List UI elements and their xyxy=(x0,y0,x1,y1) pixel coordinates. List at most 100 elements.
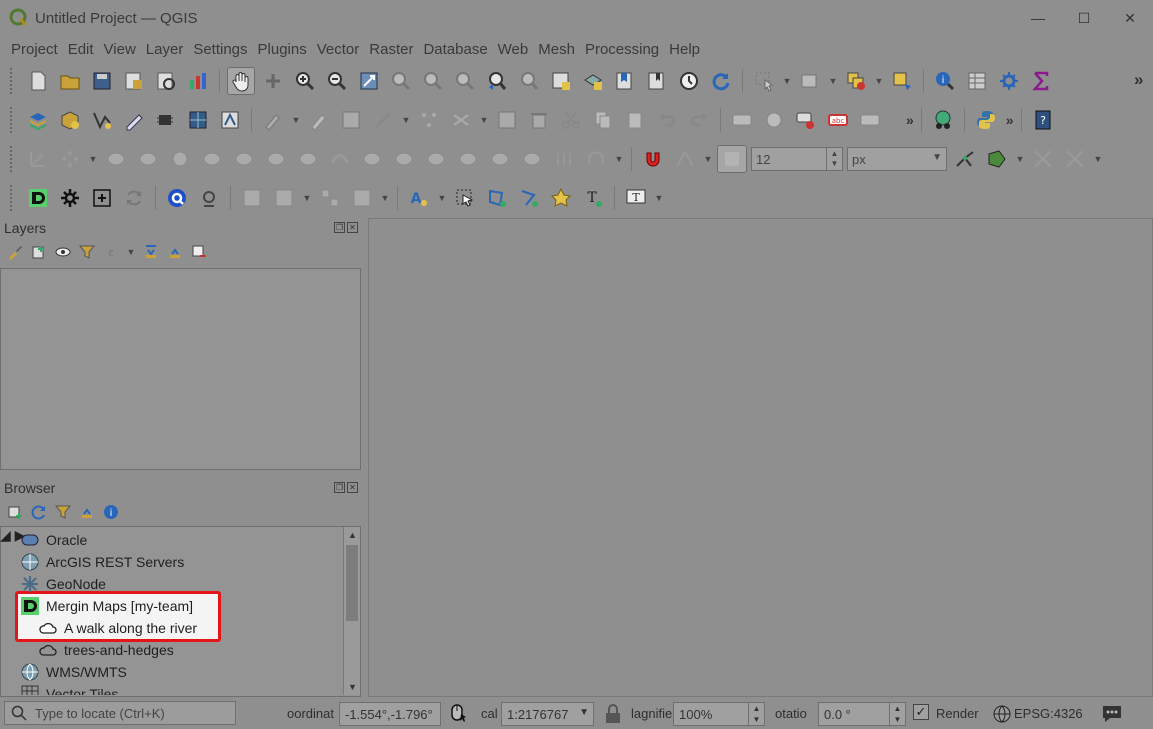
toggle-extents-button[interactable] xyxy=(447,702,469,724)
self-snapping-button[interactable] xyxy=(1061,145,1089,173)
refresh-button[interactable] xyxy=(707,67,735,95)
spin-arrows-icon[interactable]: ▲ ▼ xyxy=(748,703,764,725)
chevron-down-icon[interactable]: ▼ xyxy=(782,76,792,86)
browser-item-wms-wmts[interactable]: WMS/WMTS xyxy=(20,661,127,683)
browser-scrollbar[interactable]: ▲ ▼ xyxy=(343,527,360,695)
pan-to-selection-button[interactable] xyxy=(259,67,287,95)
filter-browser-button[interactable] xyxy=(54,503,72,521)
add-group-button[interactable] xyxy=(30,243,48,261)
delete-ring-button[interactable] xyxy=(198,145,226,173)
toolbar-overflow-icon[interactable]: » xyxy=(1006,112,1014,128)
chevron-down-icon[interactable]: ▼ xyxy=(479,115,489,125)
spatial-bookmark-button[interactable] xyxy=(611,67,639,95)
crs-globe-icon[interactable] xyxy=(992,704,1012,724)
style-layer-button[interactable] xyxy=(6,243,24,261)
select-annotation-button[interactable] xyxy=(451,184,479,212)
new-temp-layer-button[interactable] xyxy=(120,106,148,134)
rotation-spinbox[interactable]: 0.0 ° ▲ ▼ xyxy=(818,702,906,726)
scroll-down-icon[interactable]: ▼ xyxy=(344,679,361,695)
chevron-down-icon[interactable]: ▼ xyxy=(828,76,838,86)
snap-vertex-button[interactable] xyxy=(671,145,699,173)
minimize-button[interactable]: — xyxy=(1015,0,1061,36)
toolbar-grip[interactable] xyxy=(10,107,16,133)
toolbar-grip[interactable] xyxy=(10,68,16,94)
new-map-view-button[interactable] xyxy=(547,67,575,95)
chevron-down-icon[interactable]: ▼ xyxy=(291,115,301,125)
browser-item-oracle[interactable]: Oracle xyxy=(20,529,87,551)
open-project-button[interactable] xyxy=(56,67,84,95)
new-mesh-layer-button[interactable] xyxy=(216,106,244,134)
reverse-line-button[interactable] xyxy=(326,145,354,173)
current-edits-button[interactable] xyxy=(259,106,287,134)
help-contents-button[interactable]: ? xyxy=(1029,106,1057,134)
rotate-feature-button[interactable] xyxy=(582,145,610,173)
layout-manager-button[interactable] xyxy=(152,67,180,95)
toolbar-overflow-icon[interactable]: » xyxy=(906,112,914,128)
menu-web[interactable]: Web xyxy=(493,38,534,62)
toolbar-overflow-icon[interactable]: » xyxy=(1134,70,1143,90)
collapse-all-button[interactable] xyxy=(166,243,184,261)
browser-item-trees-and-hedges[interactable]: trees-and-hedges xyxy=(38,639,174,661)
grid-tool-button[interactable] xyxy=(316,184,344,212)
cut-features-button[interactable] xyxy=(557,106,585,134)
menu-project[interactable]: Project xyxy=(6,38,63,62)
python-console-button[interactable] xyxy=(972,106,1000,134)
float-panel-icon[interactable]: ❐ xyxy=(334,222,345,233)
zoom-out-button[interactable] xyxy=(323,67,351,95)
collapse-browser-button[interactable] xyxy=(78,503,96,521)
delete-part-button[interactable] xyxy=(230,145,258,173)
highlight-labels-button[interactable]: abc xyxy=(824,106,852,134)
move-label-button[interactable] xyxy=(856,106,884,134)
browser-item-arcgis[interactable]: ArcGIS REST Servers xyxy=(20,551,184,573)
menu-layer[interactable]: Layer xyxy=(141,38,189,62)
snap-tolerance-spinbox[interactable]: 12 ▲ ▼ xyxy=(751,147,843,171)
mergin-create-project-button[interactable] xyxy=(88,184,116,212)
text-annotation-button[interactable]: T xyxy=(579,184,607,212)
zoom-next-button[interactable] xyxy=(515,67,543,95)
paste-features-button[interactable] xyxy=(621,106,649,134)
filter-legend-button[interactable] xyxy=(78,243,96,261)
chevron-down-icon[interactable]: ▼ xyxy=(1093,154,1103,164)
pin-labels-button[interactable] xyxy=(792,106,820,134)
scroll-thumb[interactable] xyxy=(346,545,358,621)
undo-button[interactable] xyxy=(653,106,681,134)
copy-features-button[interactable] xyxy=(589,106,617,134)
magnifier-spinbox[interactable]: 100% ▲ ▼ xyxy=(673,702,765,726)
menu-processing[interactable]: Processing xyxy=(580,38,664,62)
menu-plugins[interactable]: Plugins xyxy=(253,38,312,62)
offset-point-symbol-button[interactable] xyxy=(550,145,578,173)
remove-layer-button[interactable] xyxy=(190,243,208,261)
snap-intersection-button[interactable] xyxy=(1029,145,1057,173)
spin-arrows-icon[interactable]: ▲ ▼ xyxy=(826,148,842,170)
chevron-down-icon[interactable]: ▼ xyxy=(1015,154,1025,164)
layer-labeling-button[interactable] xyxy=(728,106,756,134)
expand-all-button[interactable] xyxy=(142,243,160,261)
processing-toolbox-button[interactable] xyxy=(995,67,1023,95)
spin-arrows-icon[interactable]: ▲ ▼ xyxy=(889,703,905,725)
select-features-button[interactable] xyxy=(750,67,778,95)
modify-attributes-button[interactable] xyxy=(493,106,521,134)
qfield-sync-button[interactable] xyxy=(163,184,191,212)
close-panel-icon[interactable]: ✕ xyxy=(347,222,358,233)
select-by-value-button[interactable] xyxy=(796,67,824,95)
snap-type-button[interactable] xyxy=(717,145,747,173)
data-source-manager-button[interactable] xyxy=(24,106,52,134)
chevron-down-icon[interactable]: ▼ xyxy=(380,193,390,203)
marker-annotation-button[interactable] xyxy=(547,184,575,212)
add-part-button[interactable] xyxy=(134,145,162,173)
render-checkbox[interactable]: ✓ xyxy=(913,704,929,720)
redo-button[interactable] xyxy=(685,106,713,134)
chevron-down-icon[interactable]: ▼ xyxy=(614,154,624,164)
new-3d-map-view-button[interactable] xyxy=(579,67,607,95)
chevron-down-icon[interactable]: ◢ xyxy=(0,527,11,543)
chevron-down-icon[interactable]: ▼ xyxy=(703,154,713,164)
zoom-native-button[interactable] xyxy=(451,67,479,95)
layers-tree[interactable] xyxy=(0,268,361,470)
topological-editing-button[interactable] xyxy=(951,145,979,173)
merge-features-button[interactable] xyxy=(454,145,482,173)
manage-visibility-button[interactable] xyxy=(54,243,72,261)
browser-item-geonode[interactable]: GeoNode xyxy=(20,573,106,595)
toggle-editing-button[interactable] xyxy=(305,106,333,134)
offset-curve-button[interactable] xyxy=(294,145,322,173)
mergin-sync-button[interactable] xyxy=(120,184,148,212)
